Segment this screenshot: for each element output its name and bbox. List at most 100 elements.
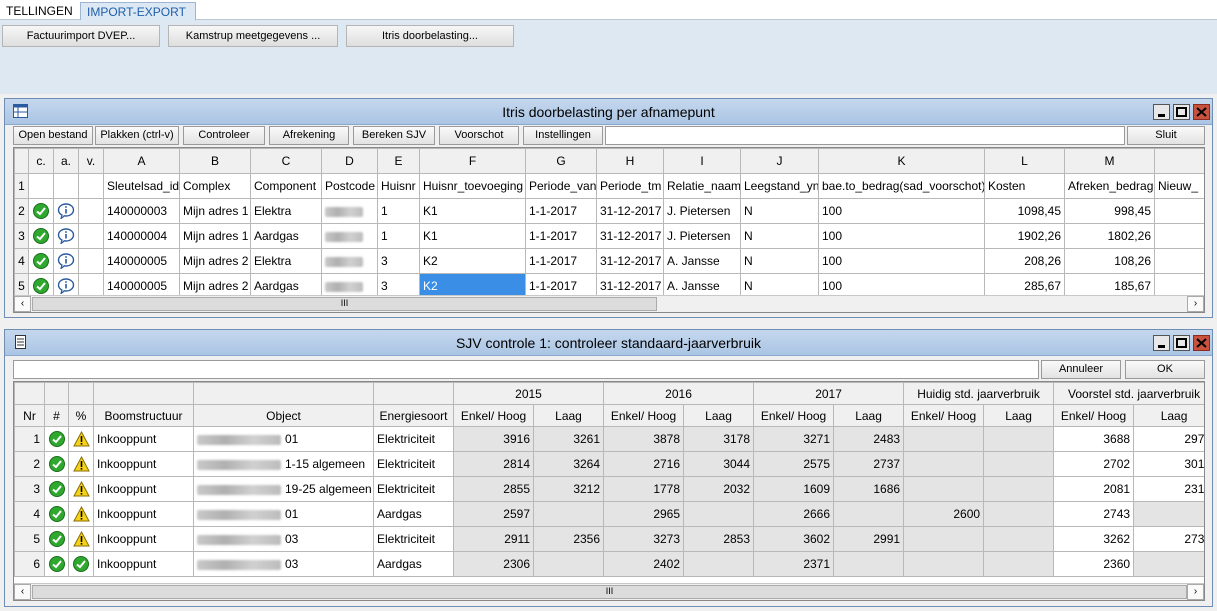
- boom-cell[interactable]: Inkooppunt: [93, 551, 194, 577]
- bereken-sjv-button[interactable]: Bereken SJV: [353, 126, 435, 145]
- scroll-left-icon[interactable]: ‹: [14, 584, 31, 600]
- tab-tellingen[interactable]: TELLINGEN: [0, 2, 79, 21]
- table-row[interactable]: 2 Inkooppunt 1-15 algemeen Elektriciteit 281…: [14, 451, 1204, 477]
- annuleer-button[interactable]: Annuleer: [1041, 360, 1121, 379]
- sub-header-laag[interactable]: Laag: [1133, 404, 1204, 427]
- sub-header-laag[interactable]: Laag: [532, 404, 605, 427]
- field-name-cell[interactable]: bae.to_bedrag(sad_voorschot): [818, 173, 985, 199]
- ok-button[interactable]: OK: [1125, 360, 1205, 379]
- complex-cell[interactable]: Mijn adres 2: [179, 248, 251, 274]
- value-cell[interactable]: 2702: [1053, 451, 1135, 477]
- field-name-cell[interactable]: Huisnr_toevoeging: [419, 173, 526, 199]
- column-letter[interactable]: D: [321, 148, 378, 174]
- table-row[interactable]: 4 140000005 Mijn adres 2 Elektra 3 K2 1-1-2017…: [14, 248, 1204, 274]
- energiesoort-cell[interactable]: Elektriciteit: [373, 426, 454, 452]
- complex-cell[interactable]: Mijn adres 1: [179, 198, 251, 224]
- close-icon[interactable]: [1193, 335, 1210, 351]
- field-name-cell[interactable]: Nieuw_: [1154, 173, 1204, 199]
- scroll-right-icon[interactable]: ›: [1187, 296, 1204, 312]
- action-cell[interactable]: [53, 248, 79, 274]
- object-cell[interactable]: 1-15 algemeen: [193, 451, 374, 477]
- maximize-icon[interactable]: [1173, 104, 1190, 120]
- value-cell[interactable]: 3015: [1133, 451, 1204, 477]
- field-name-cell[interactable]: Component: [250, 173, 322, 199]
- sub-header-laag[interactable]: Laag: [833, 404, 905, 427]
- object-cell[interactable]: 03: [193, 551, 374, 577]
- huisnr-cell[interactable]: 3: [377, 248, 420, 274]
- maximize-icon[interactable]: [1173, 335, 1190, 351]
- import-grid-hscroll[interactable]: ‹ III ›: [14, 295, 1204, 312]
- object-cell[interactable]: 03: [193, 526, 374, 552]
- column-letter[interactable]: E: [377, 148, 420, 174]
- column-header[interactable]: Boomstructuur: [93, 404, 194, 427]
- value-cell[interactable]: 2733: [1133, 526, 1204, 552]
- column-letter[interactable]: C: [250, 148, 322, 174]
- energiesoort-cell[interactable]: Elektriciteit: [373, 476, 454, 502]
- field-name-cell[interactable]: Complex: [179, 173, 251, 199]
- field-name-cell[interactable]: Huisnr: [377, 173, 420, 199]
- sjv-grid-hscroll[interactable]: ‹ III ›: [14, 583, 1204, 600]
- sub-header-enkel[interactable]: Enkel/ Hoog: [1053, 404, 1135, 427]
- column-letter[interactable]: [1154, 148, 1204, 174]
- table-row[interactable]: 2 140000003 Mijn adres 1 Elektra 1 K1 1-1-2017…: [14, 198, 1204, 224]
- value-cell[interactable]: 2081: [1053, 476, 1135, 502]
- energiesoort-cell[interactable]: Aardgas: [373, 551, 454, 577]
- field-name-cell[interactable]: Periode_van: [525, 173, 597, 199]
- huisnr-cell[interactable]: 1: [377, 223, 420, 249]
- sjv-grid[interactable]: 2015 2016 2017 Huidig std. jaarverbruik Voor…: [13, 381, 1205, 601]
- column-header[interactable]: %: [68, 404, 94, 427]
- leegstand-cell[interactable]: N: [740, 198, 819, 224]
- value-cell[interactable]: 2310: [1133, 476, 1204, 502]
- sub-header-laag[interactable]: Laag: [683, 404, 755, 427]
- sleutel-cell[interactable]: 140000003: [103, 198, 180, 224]
- sleutel-cell[interactable]: 140000004: [103, 223, 180, 249]
- relatie-cell[interactable]: J. Pietersen: [663, 223, 741, 249]
- import-grid[interactable]: c. a. v. A B C D E F G H I J K L M 1 Sleutelsad_id Complex…: [13, 147, 1205, 313]
- table-row[interactable]: 4 Inkooppunt 01 Aardgas 2597 2965 2666 2600 2743: [14, 501, 1204, 527]
- column-letter[interactable]: B: [179, 148, 251, 174]
- field-name-cell[interactable]: Sleutelsad_id: [103, 173, 180, 199]
- field-name-cell[interactable]: Postcode: [321, 173, 378, 199]
- nieuw-cell[interactable]: [1154, 248, 1204, 274]
- scroll-right-icon[interactable]: ›: [1187, 584, 1204, 600]
- field-name-cell[interactable]: Relatie_naam: [663, 173, 741, 199]
- afrekening-button[interactable]: Afrekening: [269, 126, 349, 145]
- column-letter[interactable]: K: [818, 148, 985, 174]
- boom-cell[interactable]: Inkooppunt: [93, 476, 194, 502]
- periode-van-cell[interactable]: 1-1-2017: [525, 198, 597, 224]
- periode-tm-cell[interactable]: 31-12-2017: [596, 248, 664, 274]
- value-cell[interactable]: [1133, 501, 1204, 527]
- open-bestand-button[interactable]: Open bestand: [13, 126, 93, 145]
- column-header[interactable]: Nr: [14, 404, 45, 427]
- field-name-cell[interactable]: Kosten: [984, 173, 1065, 199]
- bedrag-cell[interactable]: 100: [818, 198, 985, 224]
- table-row[interactable]: 1 Inkooppunt 01 Elektriciteit 3916 3261 3878 31…: [14, 426, 1204, 452]
- afreken-cell[interactable]: 998,45: [1064, 198, 1155, 224]
- tab-import-export[interactable]: IMPORT-EXPORT: [80, 2, 196, 21]
- factuurimport-button[interactable]: Factuurimport DVEP...: [2, 25, 160, 47]
- sub-header-laag[interactable]: Laag: [983, 404, 1055, 427]
- nieuw-cell[interactable]: [1154, 198, 1204, 224]
- sleutel-cell[interactable]: 140000005: [103, 248, 180, 274]
- table-row[interactable]: 3 140000004 Mijn adres 1 Aardgas 1 K1 1-1-2017…: [14, 223, 1204, 249]
- periode-van-cell[interactable]: 1-1-2017: [525, 223, 597, 249]
- energiesoort-cell[interactable]: Elektriciteit: [373, 526, 454, 552]
- field-name-cell[interactable]: Periode_tm: [596, 173, 664, 199]
- column-letter[interactable]: I: [663, 148, 741, 174]
- scroll-left-icon[interactable]: ‹: [14, 296, 31, 312]
- instellingen-button[interactable]: Instellingen: [523, 126, 603, 145]
- column-letter[interactable]: M: [1064, 148, 1155, 174]
- energiesoort-cell[interactable]: Aardgas: [373, 501, 454, 527]
- value-cell[interactable]: [1133, 551, 1204, 577]
- leegstand-cell[interactable]: N: [740, 248, 819, 274]
- boom-cell[interactable]: Inkooppunt: [93, 526, 194, 552]
- table-row[interactable]: 6 Inkooppunt 03 Aardgas 2306 2402 2371 2360: [14, 551, 1204, 577]
- column-letter[interactable]: c.: [28, 148, 54, 174]
- sub-header-enkel[interactable]: Enkel/ Hoog: [603, 404, 685, 427]
- component-cell[interactable]: Aardgas: [250, 223, 322, 249]
- controleer-button[interactable]: Controleer: [183, 126, 265, 145]
- component-cell[interactable]: Elektra: [250, 248, 322, 274]
- field-name-cell[interactable]: Leegstand_yn: [740, 173, 819, 199]
- scroll-thumb[interactable]: III: [32, 585, 1187, 599]
- huisnr-cell[interactable]: 1: [377, 198, 420, 224]
